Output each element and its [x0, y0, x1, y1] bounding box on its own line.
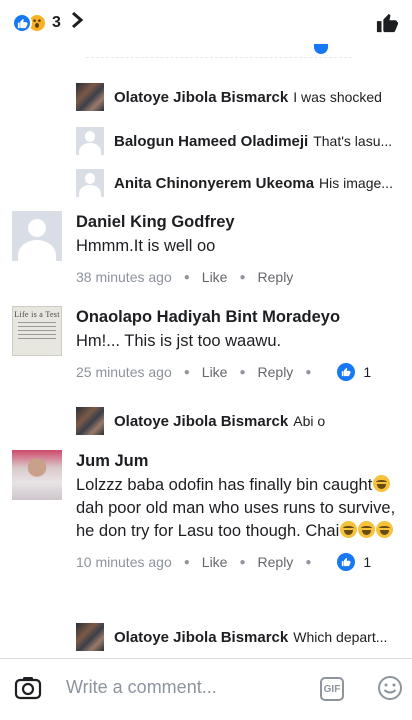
laughing-emoji-icon [339, 521, 357, 538]
reaction-count[interactable]: 3 [52, 14, 61, 32]
laughing-emoji-icon [372, 475, 390, 492]
comment-time: 38 minutes ago [76, 269, 172, 285]
comment-reactions[interactable]: 1 [337, 553, 371, 571]
reply-author[interactable]: Anita Chinonyerem Ukeoma [114, 175, 314, 192]
reply-author[interactable]: Balogun Hameed Oladimeji [114, 133, 308, 150]
reply-text: His image... [319, 175, 393, 191]
reaction-count: 1 [363, 554, 372, 570]
reply-item[interactable]: Anita Chinonyerem Ukeoma His image... [76, 168, 404, 198]
avatar[interactable] [76, 127, 104, 155]
reply-item[interactable]: Olatoye Jibola Bismarck Abi o [76, 406, 404, 436]
comment-text: Hmmm.It is well oo [76, 237, 216, 255]
reply-text: Abi o [293, 413, 326, 429]
reply-text: That's lasu... [313, 133, 393, 149]
gif-button[interactable]: GIF [320, 677, 344, 701]
comment-time: 10 minutes ago [76, 554, 172, 570]
reply-item[interactable]: Olatoye Jibola Bismarck I was shocked [76, 82, 404, 112]
avatar[interactable] [76, 623, 104, 651]
emoji-icon[interactable] [377, 675, 403, 706]
reply-button[interactable]: Reply [258, 364, 294, 380]
comment-text: Lolzzz baba odofin has finally bin caugh… [76, 475, 396, 540]
reaction-count: 1 [363, 364, 372, 380]
reply-item[interactable]: Olatoye Jibola Bismarck Which depart... [76, 622, 404, 652]
chevron-right-icon[interactable] [71, 11, 84, 35]
comment-item: Daniel King Godfrey Hmmm.It is well oo 3… [12, 211, 404, 291]
reply-item[interactable]: Balogun Hameed Oladimeji That's lasu... [76, 126, 404, 156]
comment-author[interactable]: Daniel King Godfrey [76, 211, 404, 233]
like-reaction-icon [337, 363, 356, 381]
like-button[interactable]: Like [202, 269, 228, 285]
laughing-emoji-icon [357, 521, 375, 538]
avatar[interactable] [12, 450, 62, 500]
scrolled-content-edge [86, 44, 352, 58]
like-button[interactable]: Like [202, 364, 228, 380]
comment-item: Life is a Test Onaolapo Hadiyah Bint Mor… [12, 306, 404, 386]
comment-composer: Write a comment... GIF [0, 658, 412, 720]
like-reaction-icon [337, 553, 356, 571]
comment-author[interactable]: Onaolapo Hadiyah Bint Moradeyo [76, 306, 404, 328]
reactions-bar[interactable]: 3 [0, 0, 412, 46]
reply-text: Which depart... [293, 629, 388, 645]
reply-text: I was shocked [293, 89, 382, 105]
comment-reactions[interactable]: 1 [337, 363, 371, 381]
avatar[interactable] [76, 169, 104, 197]
reply-author[interactable]: Olatoye Jibola Bismarck [114, 89, 288, 106]
comment-author[interactable]: Jum Jum [76, 450, 404, 472]
camera-icon[interactable] [14, 674, 42, 707]
reply-author[interactable]: Olatoye Jibola Bismarck [114, 413, 288, 430]
like-reaction-icon [12, 13, 32, 33]
avatar-title: Life is a Test [14, 310, 60, 319]
avatar[interactable]: Life is a Test [12, 306, 62, 356]
avatar[interactable] [76, 83, 104, 111]
avatar[interactable] [76, 407, 104, 435]
thumbs-up-icon[interactable] [376, 12, 398, 39]
comment-input[interactable]: Write a comment... [66, 677, 217, 698]
laughing-emoji-icon [375, 521, 393, 538]
reaction-icons[interactable] [12, 13, 47, 33]
comment-time: 25 minutes ago [76, 364, 172, 380]
avatar[interactable] [12, 211, 62, 261]
like-button[interactable]: Like [202, 554, 228, 570]
reply-button[interactable]: Reply [258, 554, 294, 570]
comment-text: Hm!... This is jst too waawu. [76, 332, 282, 350]
reply-author[interactable]: Olatoye Jibola Bismarck [114, 629, 288, 646]
reply-button[interactable]: Reply [258, 269, 294, 285]
comment-item: Jum Jum Lolzzz baba odofin has finally b… [12, 450, 404, 605]
